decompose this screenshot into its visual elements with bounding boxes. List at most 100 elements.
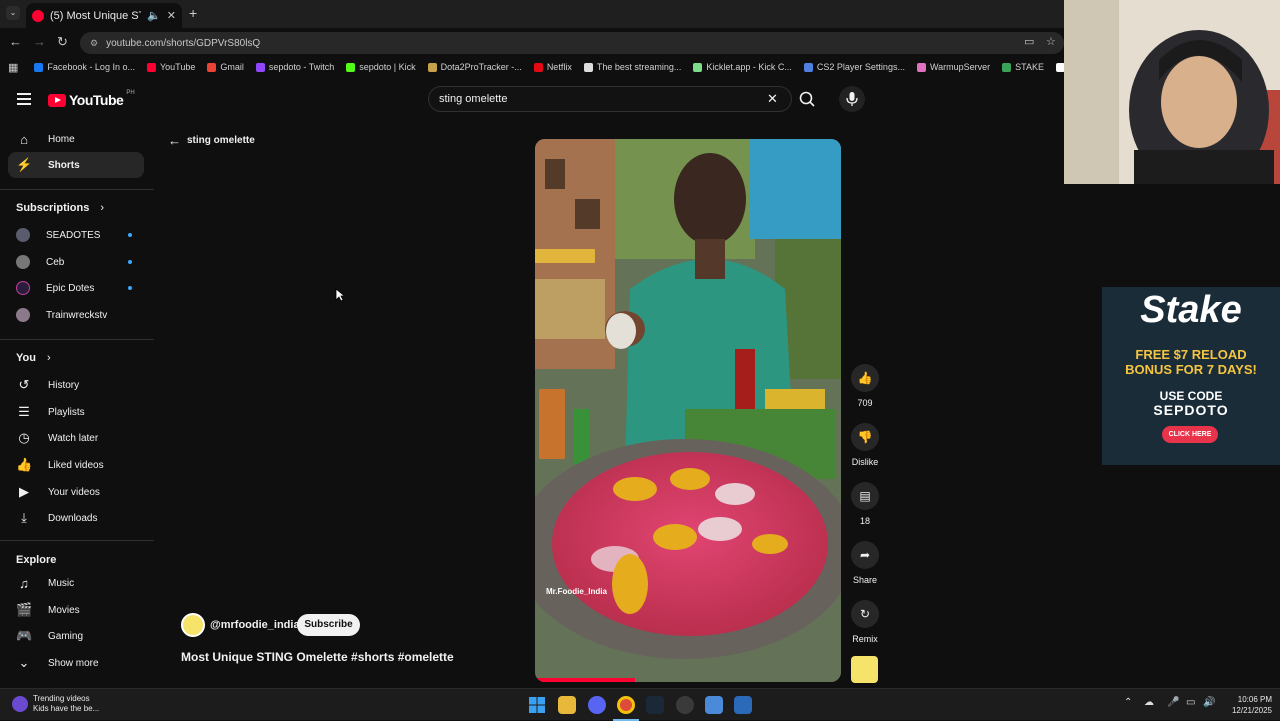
widgets-icon[interactable]	[12, 696, 28, 712]
back-icon[interactable]: ←	[9, 35, 22, 49]
forward-icon[interactable]: →	[33, 35, 46, 49]
chevron-down-icon: ⌄	[18, 655, 30, 670]
bookmark-item[interactable]: Kicklet.app - Kick C...	[687, 62, 798, 72]
close-tab-icon[interactable]: ✕	[167, 9, 176, 22]
sidebar-item-downloads[interactable]: ⤓ Downloads	[8, 505, 144, 531]
volume-icon[interactable]: 🔊	[1203, 697, 1215, 708]
file-explorer-icon[interactable]	[558, 696, 576, 714]
bookmark-item[interactable]: Netflix	[528, 62, 578, 72]
share-button[interactable]: ➦ Share	[849, 541, 881, 585]
start-button[interactable]	[528, 696, 546, 714]
bookmark-star-icon[interactable]: ☆	[1046, 35, 1056, 49]
install-app-icon[interactable]: ▭	[1024, 35, 1034, 49]
watch-later-icon: ◷	[18, 430, 30, 445]
bookmark-item[interactable]: Facebook - Log In o...	[28, 62, 141, 72]
sidebar-item-history[interactable]: ↺ History	[8, 372, 144, 398]
webcam-feed	[1064, 0, 1280, 184]
bookmark-favicon-icon	[34, 62, 44, 72]
clock-date: 12/21/2025	[1231, 706, 1272, 715]
sidebar-item-show-more[interactable]: ⌄ Show more	[8, 650, 144, 676]
tab-list-chevron-icon[interactable]: ⌄	[6, 6, 20, 20]
speaker-icon[interactable]: 🔈	[147, 9, 161, 22]
bookmark-item[interactable]: YouTube	[141, 62, 201, 72]
sidebar-item-gaming[interactable]: 🎮 Gaming	[8, 623, 144, 649]
youtube-logo[interactable]: YouTube PH	[48, 90, 135, 108]
sidebar: ⌂ Home ⚡ Shorts Subscriptions › SEADOTES…	[0, 126, 154, 686]
sidebar-item-label: Trainwreckstv	[46, 309, 108, 321]
site-info-icon[interactable]: ⚙	[90, 38, 98, 49]
sidebar-item-label: Epic Dotes	[46, 282, 95, 294]
sidebar-item-seadotes[interactable]: SEADOTES	[8, 222, 144, 248]
sidebar-item-label: Downloads	[48, 512, 98, 524]
short-title[interactable]: Most Unique STING Omelette #shorts #omel…	[181, 650, 454, 664]
bookmark-item[interactable]: sepdoto - Twitch	[250, 62, 340, 72]
dislike-button[interactable]: 👎 Dislike	[849, 423, 881, 467]
notepad-icon[interactable]	[705, 696, 723, 714]
sidebar-item-playlists[interactable]: ☰ Playlists	[8, 399, 144, 425]
microphone-tray-icon[interactable]: 🎤	[1167, 697, 1179, 708]
like-button[interactable]: 👍 709	[849, 364, 881, 408]
ad-line3: USE CODE	[1159, 389, 1223, 403]
channel-handle[interactable]: @mrfoodie_india	[210, 619, 300, 631]
subscriptions-heading[interactable]: Subscriptions ›	[16, 202, 104, 214]
bookmark-item[interactable]: CS2 Player Settings...	[798, 62, 911, 72]
bookmark-item[interactable]: WarmupServer	[911, 62, 996, 72]
sidebar-item-ceb[interactable]: Ceb	[8, 249, 144, 275]
sidebar-item-movies[interactable]: 🎬 Movies	[8, 597, 144, 623]
history-icon: ↺	[18, 377, 30, 392]
channel-avatar[interactable]	[181, 613, 205, 637]
obs-icon[interactable]	[676, 696, 694, 714]
sidebar-item-home[interactable]: ⌂ Home	[8, 126, 144, 152]
bookmark-label: Netflix	[546, 62, 572, 72]
bookmark-item[interactable]: Dota2ProTracker -...	[422, 62, 528, 72]
search-query[interactable]: sting omelette	[439, 93, 507, 105]
ad-code: SEPDOTO	[1153, 402, 1229, 418]
cloud-icon[interactable]: ☁	[1144, 697, 1154, 708]
comments-button[interactable]: ▤ 18	[849, 482, 881, 526]
sidebar-item-watch-later[interactable]: ◷ Watch later	[8, 425, 144, 451]
sidebar-item-shorts[interactable]: ⚡ Shorts	[8, 152, 144, 178]
system-clock[interactable]: 10:06 PM 12/21/2025	[1222, 694, 1272, 716]
bookmark-item[interactable]: sepdoto | Kick	[340, 62, 421, 72]
sidebar-item-liked-videos[interactable]: 👍 Liked videos	[8, 452, 144, 478]
bookmark-item[interactable]: The best streaming...	[578, 62, 688, 72]
network-icon[interactable]: ▭	[1186, 697, 1195, 708]
subscribe-button[interactable]: Subscribe	[297, 614, 360, 636]
sidebar-item-label: Music	[48, 577, 75, 589]
search-button[interactable]	[794, 86, 820, 112]
sidebar-item-music[interactable]: ♫ Music	[8, 570, 144, 596]
voice-search-button[interactable]	[839, 86, 865, 112]
reload-icon[interactable]: ↻	[57, 35, 68, 49]
bookmark-item[interactable]: STAKE	[996, 62, 1050, 72]
apps-grid-icon[interactable]: ▦	[8, 61, 28, 74]
stake-ad-panel[interactable]: Stake FREE $7 RELOAD BONUS FOR 7 DAYS! U…	[1102, 287, 1280, 465]
search-input[interactable]: sting omelette ✕	[428, 86, 792, 112]
browser-tab-youtube[interactable]: (5) Most Unique STING Om 🔈 ✕	[26, 3, 182, 28]
ad-cta-button[interactable]: CLICK HERE	[1162, 426, 1218, 443]
sidebar-item-trainwreckstv[interactable]: Trainwreckstv	[8, 302, 144, 328]
sidebar-item-epic-dotes[interactable]: Epic Dotes	[8, 275, 144, 301]
discord-icon[interactable]	[588, 696, 606, 714]
chevron-up-icon[interactable]: ⌃	[1124, 697, 1132, 708]
sound-thumbnail[interactable]	[851, 656, 878, 683]
share-icon: ➦	[851, 541, 879, 569]
sidebar-item-your-videos[interactable]: ▶ Your videos	[8, 479, 144, 505]
steam-icon[interactable]	[646, 696, 664, 714]
back-to-search[interactable]: ← sting omelette	[168, 133, 255, 148]
hamburger-menu-icon[interactable]	[17, 93, 31, 105]
widgets-news[interactable]: Trending videos Kids have the be...	[33, 694, 99, 714]
remix-button[interactable]: ↻ Remix	[849, 600, 881, 644]
sidebar-divider	[0, 540, 154, 541]
you-heading[interactable]: You ›	[16, 352, 51, 364]
app-icon[interactable]	[734, 696, 752, 714]
bookmark-label: Kicklet.app - Kick C...	[706, 62, 792, 72]
chrome-icon[interactable]	[617, 696, 635, 714]
url-text[interactable]: youtube.com/shorts/GDPVrS80lsQ	[106, 38, 260, 49]
bookmark-item[interactable]: Gmail	[201, 62, 250, 72]
omnibox[interactable]: ⚙ youtube.com/shorts/GDPVrS80lsQ	[80, 32, 1064, 54]
clear-search-icon[interactable]: ✕	[767, 91, 778, 107]
new-tab-icon[interactable]: +	[189, 5, 197, 21]
shorts-video-player[interactable]: Mr.Foodie_India	[535, 139, 841, 682]
address-bar-row: ← → ↻ ⚙ youtube.com/shorts/GDPVrS80lsQ ▭…	[0, 28, 1064, 56]
remix-label: Remix	[852, 634, 878, 644]
